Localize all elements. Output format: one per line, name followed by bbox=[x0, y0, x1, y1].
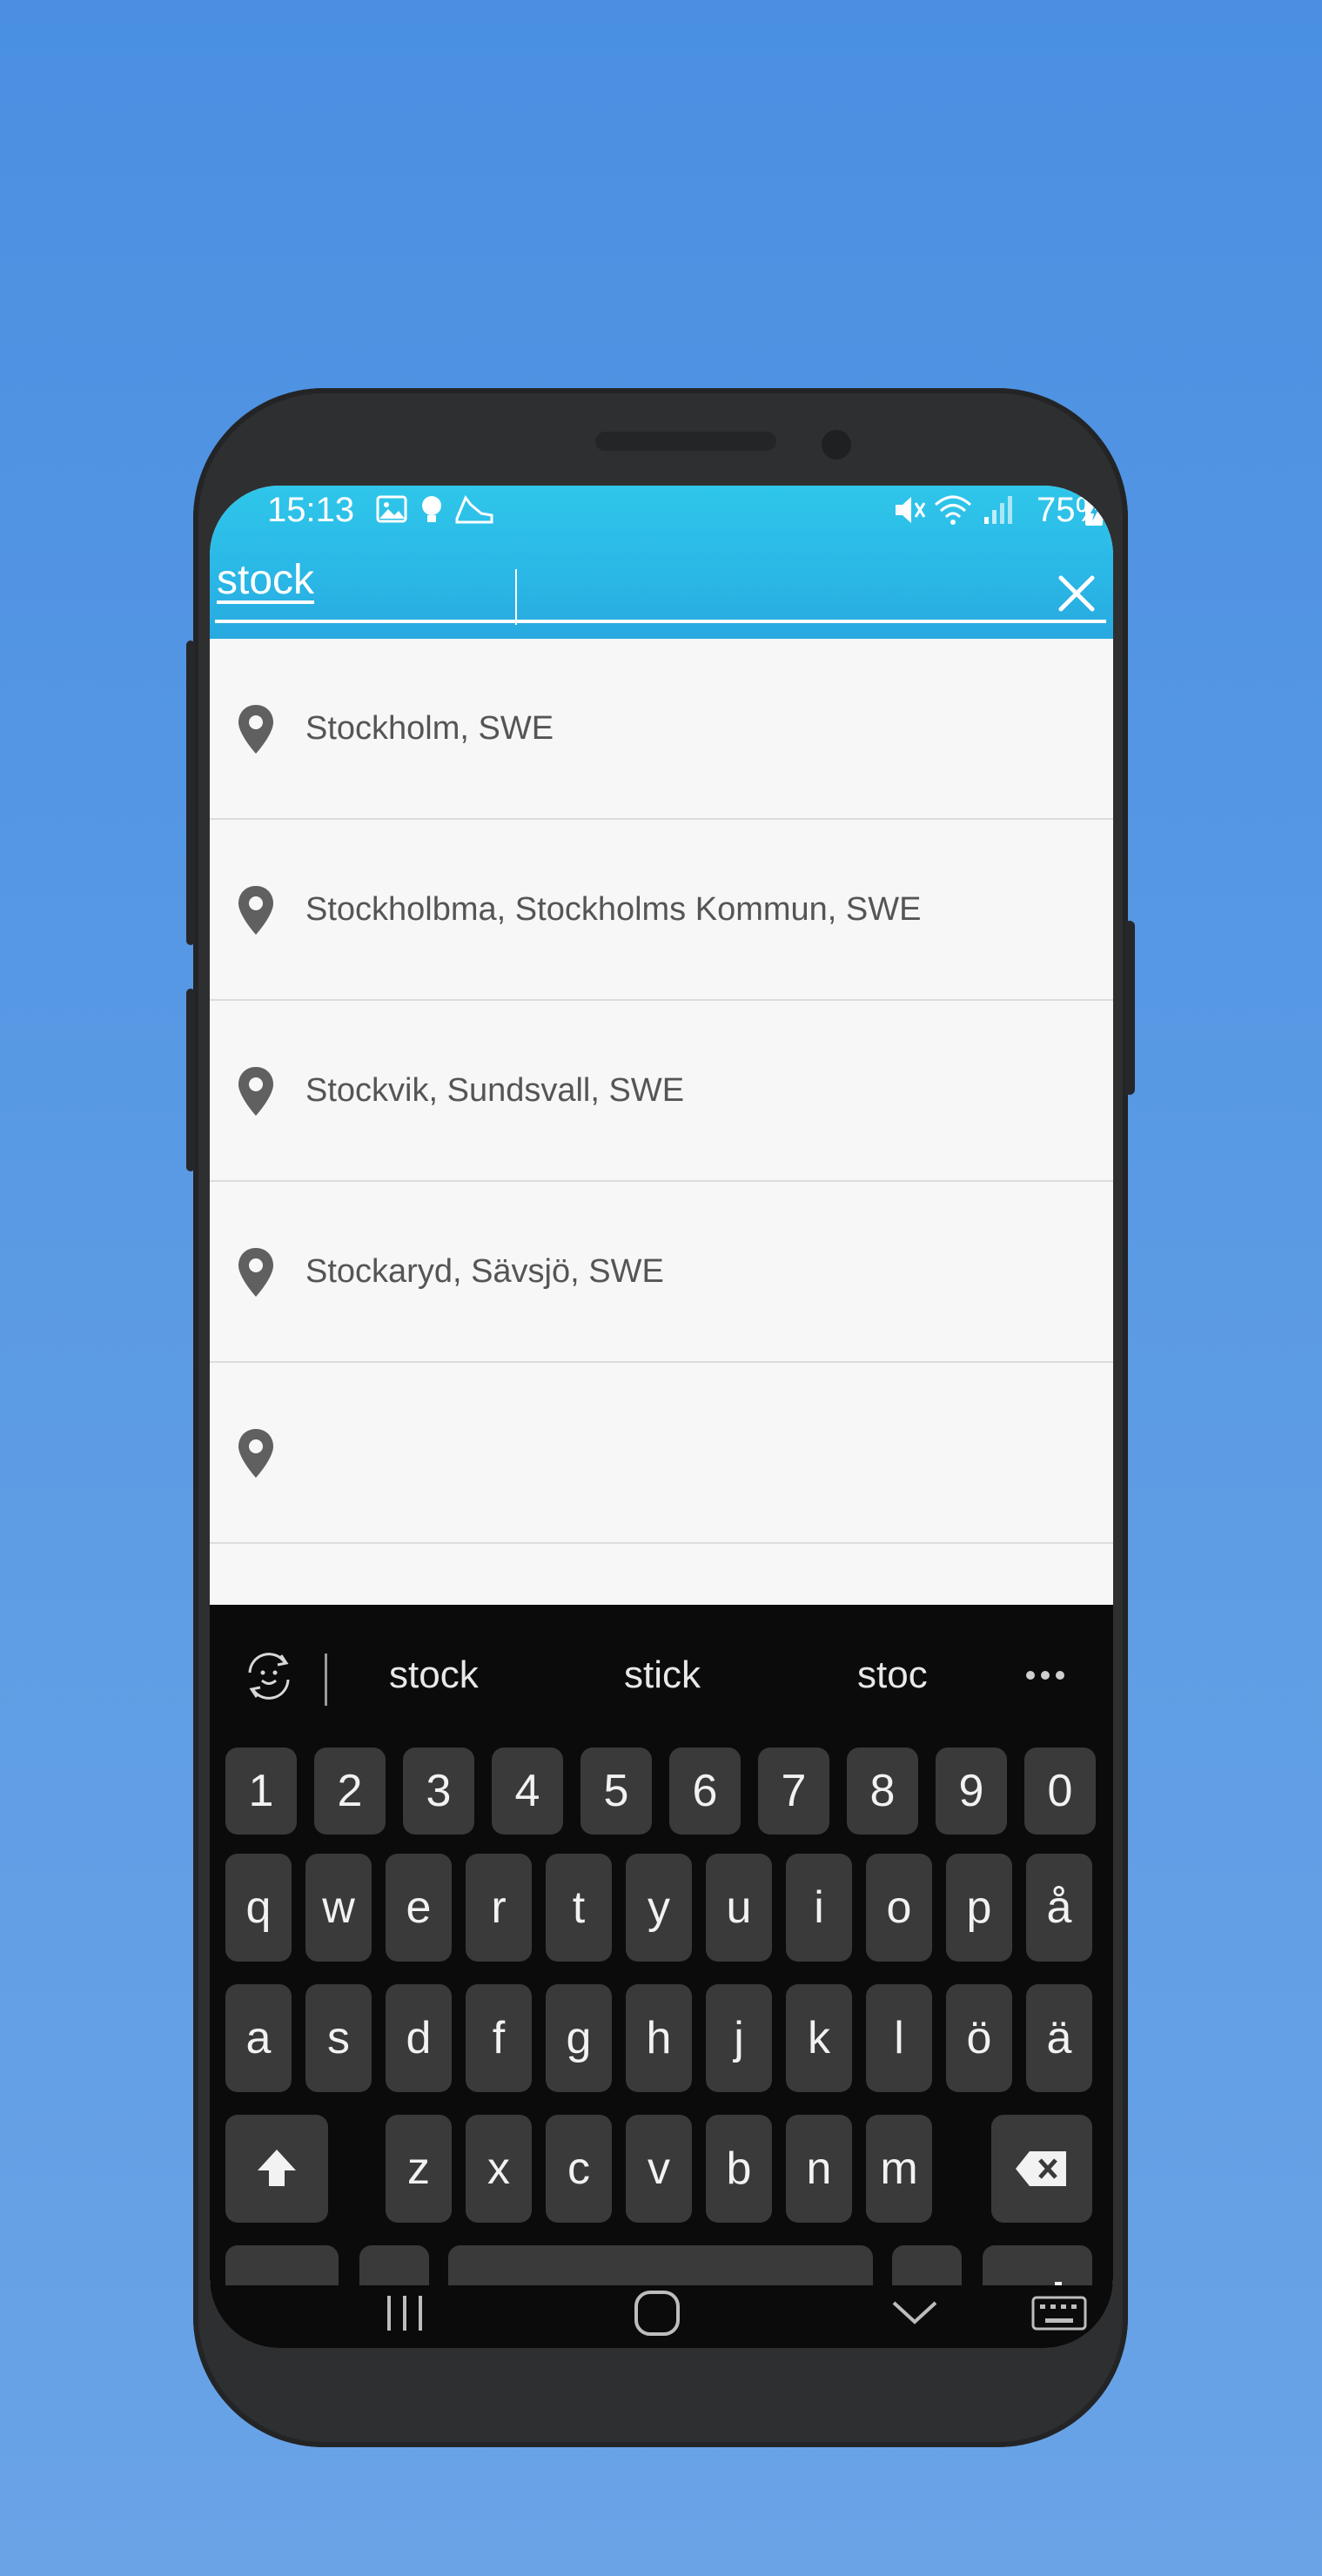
battery-icon bbox=[1084, 493, 1104, 532]
key-number[interactable]: 2 bbox=[314, 1748, 386, 1835]
app-bar: 15:13 75% bbox=[210, 486, 1113, 639]
result-item[interactable] bbox=[210, 1363, 1113, 1544]
bulb-icon bbox=[417, 493, 446, 532]
suggestion-word[interactable]: stock bbox=[389, 1654, 479, 1697]
key-letter[interactable]: m bbox=[866, 2115, 932, 2223]
key-letter[interactable]: z bbox=[386, 2115, 452, 2223]
gallery-icon bbox=[375, 493, 408, 530]
key-letter[interactable]: k bbox=[786, 1984, 852, 2092]
status-bar: 15:13 75% bbox=[210, 486, 1113, 538]
location-pin-icon bbox=[238, 886, 273, 935]
signal-icon bbox=[981, 493, 1016, 532]
suggestion-word[interactable]: stick bbox=[624, 1654, 701, 1697]
screen: 15:13 75% stock Stockholm, SWE Stockholb… bbox=[210, 486, 1113, 2348]
result-label: Stockvik, Sundsvall, SWE bbox=[305, 1072, 685, 1109]
volume-button bbox=[186, 641, 195, 945]
status-time: 15:13 bbox=[267, 491, 355, 529]
key-number[interactable]: 7 bbox=[758, 1748, 829, 1835]
key-number[interactable]: 1 bbox=[225, 1748, 297, 1835]
key-number[interactable]: 3 bbox=[403, 1748, 474, 1835]
key-letter[interactable]: b bbox=[706, 2115, 772, 2223]
key-letter[interactable]: l bbox=[866, 1984, 932, 2092]
suggestion-divider bbox=[325, 1654, 327, 1706]
location-pin-icon bbox=[238, 705, 273, 754]
key-letter[interactable]: d bbox=[386, 1984, 452, 2092]
result-item[interactable]: Stockholm, SWE bbox=[210, 639, 1113, 820]
result-label: Stockholbma, Stockholms Kommun, SWE bbox=[305, 891, 922, 928]
clear-search-button[interactable] bbox=[1052, 569, 1101, 618]
location-pin-icon bbox=[238, 1429, 273, 1478]
result-item[interactable]: Stockholbma, Stockholms Kommun, SWE bbox=[210, 820, 1113, 1001]
backspace-key[interactable] bbox=[991, 2115, 1092, 2223]
key-letter[interactable]: t bbox=[546, 1854, 612, 1962]
suggestion-word[interactable]: stoc bbox=[857, 1654, 928, 1697]
more-options-icon[interactable] bbox=[1024, 1669, 1066, 1686]
key-letter[interactable]: c bbox=[546, 2115, 612, 2223]
search-underline bbox=[215, 620, 1106, 623]
key-letter[interactable]: g bbox=[546, 1984, 612, 2092]
key-letter[interactable]: f bbox=[466, 1984, 532, 2092]
key-number[interactable]: 5 bbox=[580, 1748, 652, 1835]
navigation-bar bbox=[210, 2285, 1113, 2348]
suggestion-bar: stock stick stoc bbox=[210, 1605, 1113, 1748]
key-letter[interactable]: ö bbox=[946, 1984, 1012, 2092]
key-number[interactable]: 4 bbox=[492, 1748, 563, 1835]
phone-frame: 15:13 75% stock Stockholm, SWE Stockholb… bbox=[186, 388, 1135, 2447]
keyboard-toggle-icon[interactable] bbox=[1031, 2296, 1087, 2335]
key-letter[interactable]: q bbox=[225, 1854, 292, 1962]
key-letter[interactable]: j bbox=[706, 1984, 772, 2092]
recent-apps-icon[interactable] bbox=[380, 2291, 429, 2340]
mute-icon bbox=[892, 493, 927, 532]
close-icon bbox=[1058, 575, 1095, 612]
shift-key[interactable] bbox=[225, 2115, 328, 2223]
text-caret bbox=[515, 569, 517, 625]
result-label: Stockholm, SWE bbox=[305, 710, 554, 747]
key-letter[interactable]: e bbox=[386, 1854, 452, 1962]
shift-icon bbox=[258, 2150, 296, 2186]
key-letter[interactable]: w bbox=[305, 1854, 372, 1962]
key-letter[interactable]: i bbox=[786, 1854, 852, 1962]
key-number[interactable]: 9 bbox=[936, 1748, 1007, 1835]
key-letter[interactable]: o bbox=[866, 1854, 932, 1962]
search-input[interactable] bbox=[215, 550, 993, 609]
search-bar bbox=[210, 538, 1113, 639]
result-item[interactable]: Stockaryd, Sävsjö, SWE bbox=[210, 1182, 1113, 1363]
result-item[interactable]: Stockvik, Sundsvall, SWE bbox=[210, 1001, 1113, 1182]
keyboard: stock stick stoc 1 2 3 4 5 6 7 8 9 0 q w… bbox=[210, 1605, 1113, 2348]
key-letter[interactable]: v bbox=[626, 2115, 692, 2223]
refresh-emoji-icon[interactable] bbox=[241, 1648, 297, 1708]
key-letter[interactable]: p bbox=[946, 1854, 1012, 1962]
key-letter[interactable]: y bbox=[626, 1854, 692, 1962]
home-icon[interactable] bbox=[631, 2287, 683, 2344]
result-label: Stockaryd, Sävsjö, SWE bbox=[305, 1253, 664, 1290]
power-button bbox=[1124, 921, 1135, 1095]
key-letter[interactable]: a bbox=[225, 1984, 292, 2092]
results-list: Stockholm, SWE Stockholbma, Stockholms K… bbox=[210, 639, 1113, 1605]
key-letter[interactable]: h bbox=[626, 1984, 692, 2092]
earpiece-speaker bbox=[595, 432, 776, 451]
back-chevron-icon[interactable] bbox=[890, 2298, 939, 2333]
front-camera bbox=[822, 430, 851, 460]
key-letter[interactable]: u bbox=[706, 1854, 772, 1962]
key-number[interactable]: 8 bbox=[847, 1748, 918, 1835]
location-pin-icon bbox=[238, 1248, 273, 1297]
shoe-icon bbox=[453, 493, 495, 532]
key-letter[interactable]: x bbox=[466, 2115, 532, 2223]
key-letter[interactable]: r bbox=[466, 1854, 532, 1962]
key-number[interactable]: 0 bbox=[1024, 1748, 1096, 1835]
backspace-icon bbox=[1016, 2151, 1066, 2186]
key-letter[interactable]: s bbox=[305, 1984, 372, 2092]
key-number[interactable]: 6 bbox=[669, 1748, 741, 1835]
wifi-icon bbox=[934, 493, 972, 532]
bixby-button bbox=[186, 989, 195, 1171]
key-letter[interactable]: å bbox=[1026, 1854, 1092, 1962]
location-pin-icon bbox=[238, 1067, 273, 1116]
key-letter[interactable]: ä bbox=[1026, 1984, 1092, 2092]
key-letter[interactable]: n bbox=[786, 2115, 852, 2223]
